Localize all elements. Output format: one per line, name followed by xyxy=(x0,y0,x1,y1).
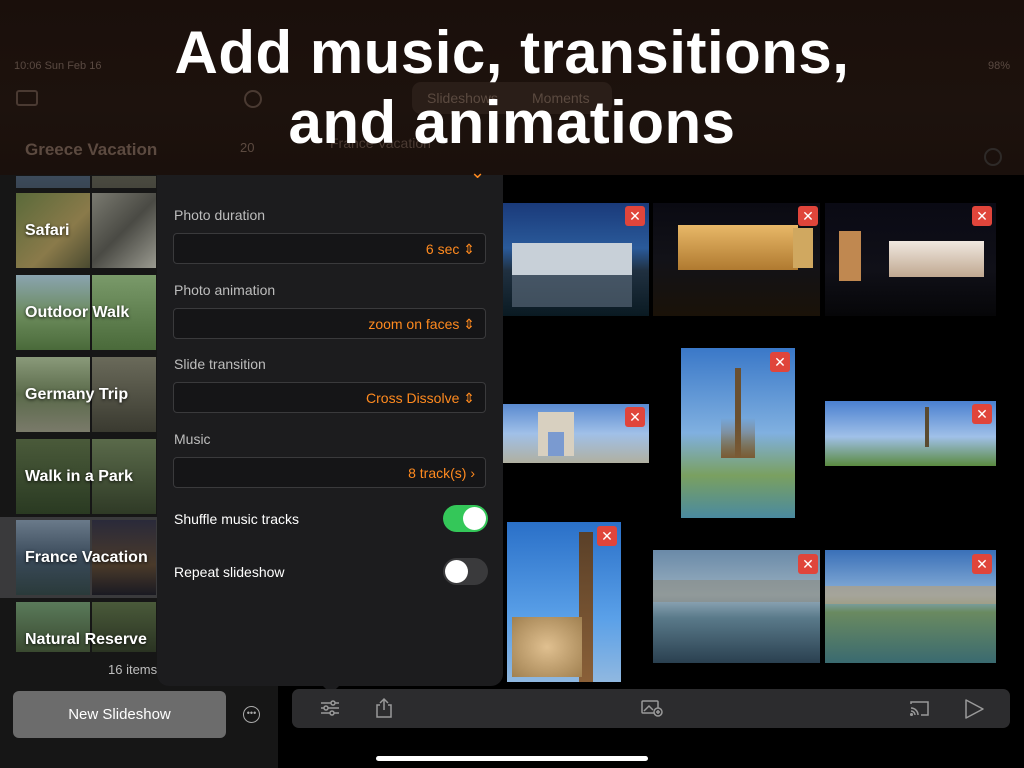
home-indicator xyxy=(376,756,648,761)
photo-animation-label: Photo animation xyxy=(174,282,276,298)
photo-chateau-night-1[interactable] xyxy=(653,203,820,316)
promo-headline: Add music, transitions, and animations xyxy=(0,18,1024,158)
photo-seine-river-2[interactable] xyxy=(825,550,996,663)
headline-line-1: Add music, transitions, xyxy=(174,19,850,86)
remove-photo-icon[interactable]: ✕ xyxy=(972,404,992,424)
repeat-label: Repeat slideshow xyxy=(174,564,285,580)
shuffle-label: Shuffle music tracks xyxy=(174,511,300,527)
photo-animation-value: zoom on faces ⇕ xyxy=(368,316,475,332)
album-thumb-greece[interactable] xyxy=(16,176,156,188)
chevron-right-icon: › xyxy=(470,465,475,481)
remove-photo-icon[interactable]: ✕ xyxy=(798,554,818,574)
airplay-icon[interactable] xyxy=(908,699,930,717)
photo-eiffel-tower-statue[interactable] xyxy=(507,522,621,682)
chevron-updown-icon: ⇕ xyxy=(463,241,475,257)
remove-photo-icon[interactable]: ✕ xyxy=(770,352,790,372)
photo-eiffel-tower-distant[interactable] xyxy=(825,401,996,466)
music-label: Music xyxy=(174,431,211,447)
remove-photo-icon[interactable]: ✕ xyxy=(972,206,992,226)
album-label-walk-in-a-park: Walk in a Park xyxy=(25,468,133,485)
chevron-updown-icon: ⇕ xyxy=(463,316,475,332)
music-value: 8 track(s) › xyxy=(408,465,475,481)
music-select[interactable]: 8 track(s) › xyxy=(173,457,486,488)
photo-chateau-night-2[interactable] xyxy=(825,203,996,316)
chevron-down-icon[interactable]: ⌄ xyxy=(470,162,485,183)
slide-transition-select[interactable]: Cross Dissolve ⇕ xyxy=(173,382,486,413)
new-slideshow-button[interactable]: New Slideshow xyxy=(13,691,226,738)
remove-photo-icon[interactable]: ✕ xyxy=(625,206,645,226)
toggle-knob xyxy=(445,560,468,583)
photo-duration-label: Photo duration xyxy=(174,207,266,223)
slide-transition-label: Slide transition xyxy=(174,356,266,372)
photo-seine-river-1[interactable] xyxy=(653,550,820,663)
toggle-knob xyxy=(463,507,486,530)
remove-photo-icon[interactable]: ✕ xyxy=(597,526,617,546)
items-count: 16 items xyxy=(108,662,158,677)
repeat-toggle[interactable] xyxy=(443,558,488,585)
remove-photo-icon[interactable]: ✕ xyxy=(625,407,645,427)
add-photo-icon[interactable] xyxy=(641,699,663,717)
play-icon[interactable] xyxy=(963,698,985,720)
album-label-germany-trip: Germany Trip xyxy=(25,386,129,403)
photo-eiffel-tower-gardens[interactable] xyxy=(681,348,795,518)
slide-transition-value: Cross Dissolve ⇕ xyxy=(366,390,475,406)
album-label-safari: Safari xyxy=(25,222,70,239)
chevron-updown-icon: ⇕ xyxy=(463,390,475,406)
share-icon[interactable] xyxy=(375,697,393,719)
ellipsis-icon[interactable]: ••• xyxy=(243,706,260,723)
shuffle-toggle[interactable] xyxy=(443,505,488,532)
remove-photo-icon[interactable]: ✕ xyxy=(798,206,818,226)
photo-duration-value: 6 sec ⇕ xyxy=(425,241,475,257)
remove-photo-icon[interactable]: ✕ xyxy=(972,554,992,574)
photo-animation-select[interactable]: zoom on faces ⇕ xyxy=(173,308,486,339)
headline-line-2: and animations xyxy=(288,89,736,156)
album-label-natural-reserve: Natural Reserve xyxy=(25,631,147,648)
album-label-france-vacation: France Vacation xyxy=(25,549,148,566)
photo-duration-select[interactable]: 6 sec ⇕ xyxy=(173,233,486,264)
album-label-outdoor-walk: Outdoor Walk xyxy=(25,304,130,321)
sliders-icon[interactable] xyxy=(320,699,340,717)
